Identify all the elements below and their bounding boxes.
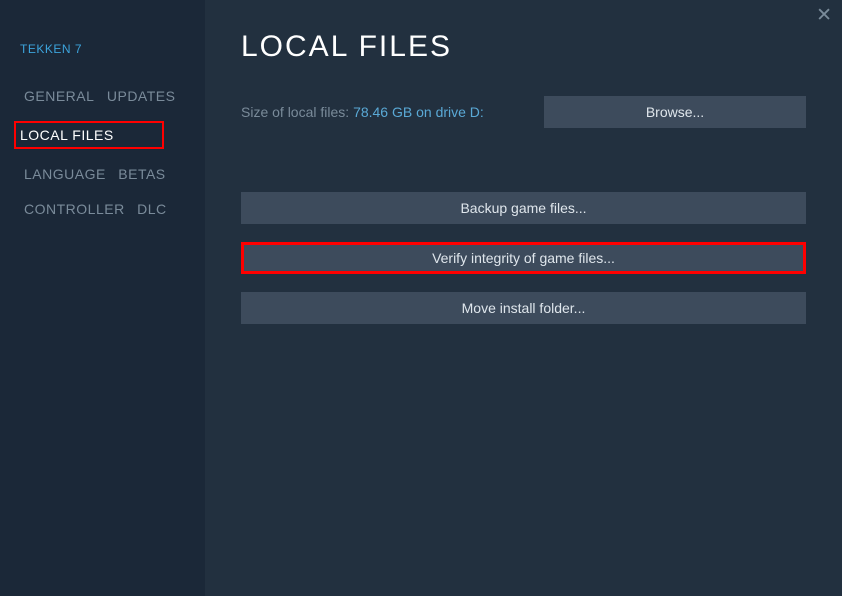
verify-button[interactable]: Verify integrity of game files... [241,242,806,274]
close-button[interactable]: ✕ [816,6,832,25]
close-icon: ✕ [816,5,832,26]
size-label: Size of local files: [241,104,353,120]
size-value: 78.46 GB on drive D: [353,104,484,120]
sidebar-item-general[interactable]: GENERAL [20,86,98,106]
sidebar-item-dlc[interactable]: DLC [133,199,171,219]
game-title: TEKKEN 7 [20,42,205,56]
browse-button[interactable]: Browse... [544,96,806,128]
sidebar-item-controller[interactable]: CONTROLLER [20,199,129,219]
size-text: Size of local files: 78.46 GB on drive D… [241,104,484,120]
backup-button[interactable]: Backup game files... [241,192,806,224]
move-folder-button[interactable]: Move install folder... [241,292,806,324]
sidebar: TEKKEN 7 GENERAL UPDATES LOCAL FILES LAN… [0,0,205,596]
sidebar-item-betas[interactable]: BETAS [114,164,169,184]
main-panel: ✕ LOCAL FILES Size of local files: 78.46… [205,0,842,596]
app-container: TEKKEN 7 GENERAL UPDATES LOCAL FILES LAN… [0,0,842,596]
page-title: LOCAL FILES [241,30,806,64]
sidebar-item-local-files[interactable]: LOCAL FILES [14,121,164,149]
sidebar-item-updates[interactable]: UPDATES [103,86,180,106]
sidebar-item-language[interactable]: LANGUAGE [20,164,110,184]
size-row: Size of local files: 78.46 GB on drive D… [241,96,806,128]
